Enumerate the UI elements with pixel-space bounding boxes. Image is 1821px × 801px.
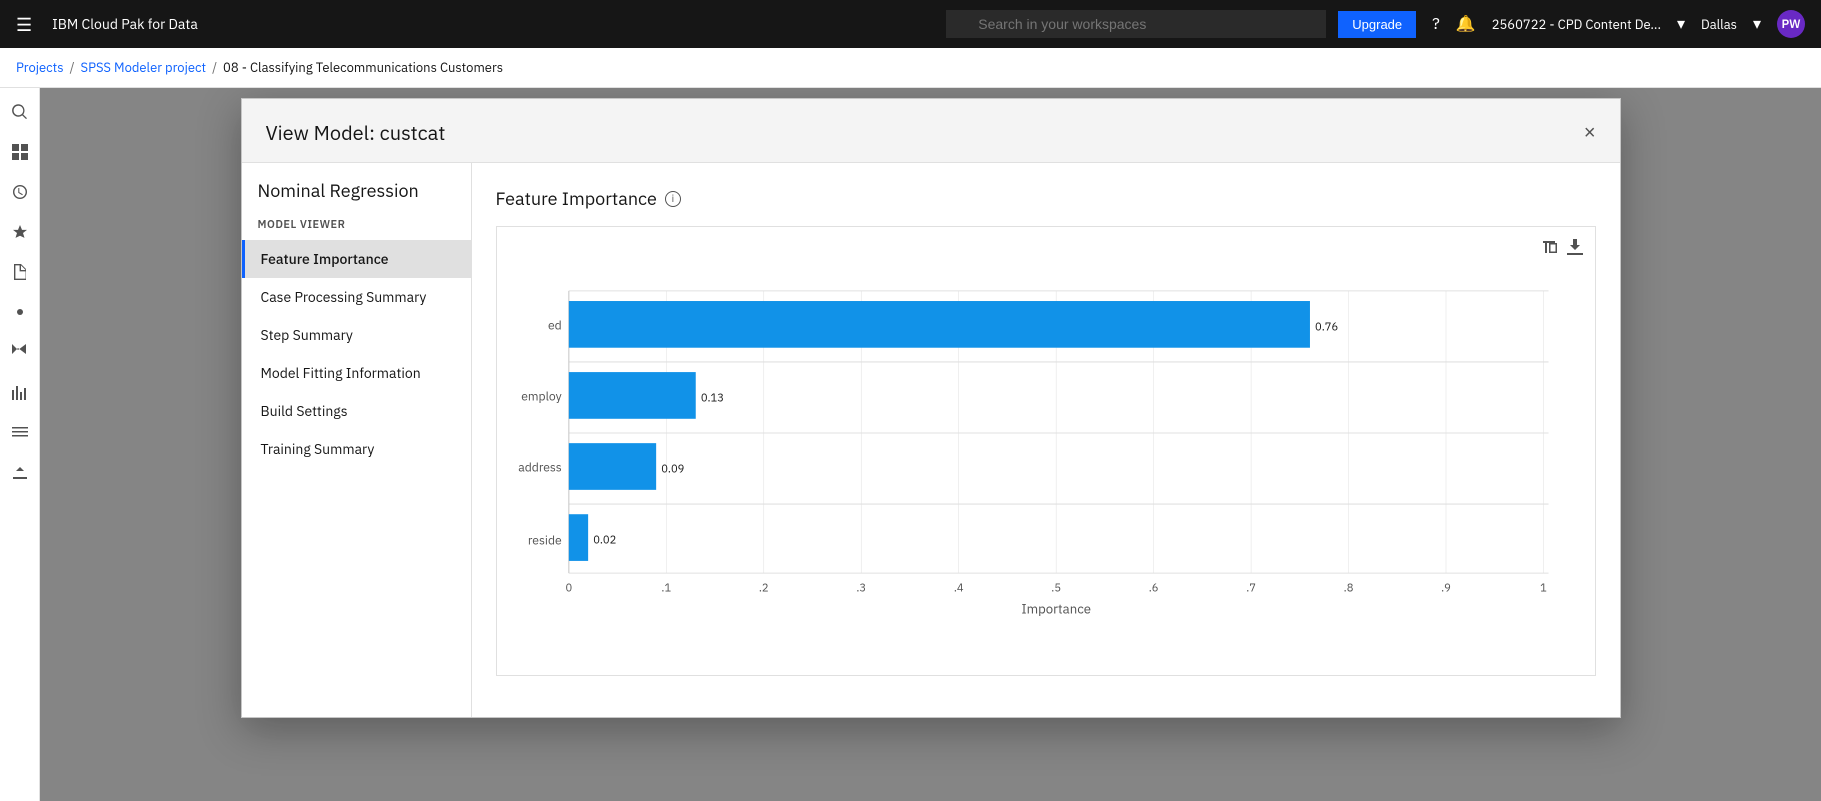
modal-body: Nominal Regression MODEL VIEWER Feature … [242,163,1620,717]
global-search-input[interactable] [946,10,1326,38]
sidebar-file-icon[interactable] [4,256,36,288]
svg-text:.1: .1 [661,581,671,595]
sidebar-export-icon[interactable] [4,456,36,488]
svg-text:.5: .5 [1051,581,1061,595]
modal-overlay: View Model: custcat × Nominal Regression… [40,88,1821,801]
svg-text:Importance: Importance [1021,600,1091,618]
breadcrumb-projects[interactable]: Projects [16,59,64,76]
svg-text:ed: ed [547,318,561,333]
top-navigation: ☰ IBM Cloud Pak for Data Upgrade ? 🔔 256… [0,0,1821,48]
sidebar-search-icon[interactable] [4,96,36,128]
search-wrapper [946,10,1326,38]
svg-text:.6: .6 [1148,581,1158,595]
sidebar-favorites-icon[interactable] [4,216,36,248]
brand-name: IBM Cloud Pak for Data [52,15,934,33]
svg-text:.7: .7 [1246,581,1256,595]
help-icon[interactable]: ? [1432,14,1440,34]
location-chevron-icon[interactable]: ▾ [1753,14,1761,34]
left-sidebar [0,88,40,801]
modal-left-panel: Nominal Regression MODEL VIEWER Feature … [242,163,472,717]
nav-right: Upgrade ? 🔔 2560722 - CPD Content De... … [1338,10,1805,38]
svg-text:.2: .2 [758,581,768,595]
svg-text:0.76: 0.76 [1315,320,1338,334]
chart-section-title: Feature Importance i [496,187,1596,210]
modal-title: View Model: custcat [266,119,446,146]
modal-header: View Model: custcat × [242,99,1620,163]
breadcrumb-current: 08 - Classifying Telecommunications Cust… [223,59,503,76]
svg-text:reside: reside [527,534,561,549]
notifications-icon[interactable]: 🔔 [1456,14,1476,34]
sidebar-list-icon[interactable] [4,416,36,448]
location-label: Dallas [1701,16,1737,33]
svg-text:0.09: 0.09 [661,463,684,477]
instance-chevron-icon[interactable]: ▾ [1677,14,1685,34]
bar-reside [568,514,587,561]
svg-text:.3: .3 [856,581,866,595]
bar-employ [568,372,695,419]
menu-item-feature-importance[interactable]: Feature Importance [242,240,471,278]
menu-item-step-summary[interactable]: Step Summary [242,316,471,354]
svg-text:address: address [518,461,562,476]
sidebar-grid-icon[interactable] [4,136,36,168]
breadcrumb-sep-2: / [212,59,217,76]
svg-text:1: 1 [1540,581,1547,595]
view-model-modal: View Model: custcat × Nominal Regression… [241,98,1621,718]
instance-label: 2560722 - CPD Content De... [1492,16,1661,33]
chart-info-icon[interactable]: i [665,191,681,207]
breadcrumb: Projects / SPSS Modeler project / 08 - C… [0,48,1821,88]
upgrade-button[interactable]: Upgrade [1338,11,1416,38]
sidebar-model-icon[interactable] [4,296,36,328]
svg-text:.4: .4 [953,581,963,595]
sidebar-recents-icon[interactable] [4,176,36,208]
svg-text:.9: .9 [1441,581,1451,595]
menu-item-training-summary[interactable]: Training Summary [242,430,471,468]
feature-importance-chart: ed employ address reside [513,243,1579,623]
chart-copy-icon[interactable] [1543,239,1559,260]
breadcrumb-spss[interactable]: SPSS Modeler project [81,59,207,76]
menu-item-build-settings[interactable]: Build Settings [242,392,471,430]
chart-download-icon[interactable] [1567,239,1583,260]
user-avatar[interactable]: PW [1777,10,1805,38]
sidebar-chart-icon[interactable] [4,376,36,408]
sidebar-tag-icon[interactable] [4,336,36,368]
modal-close-button[interactable]: × [1584,123,1596,143]
model-type-label: Nominal Regression [242,179,471,218]
hamburger-icon[interactable]: ☰ [16,13,32,36]
chart-title-text: Feature Importance [496,187,657,210]
bar-address [568,443,655,490]
chart-container: ed employ address reside [496,226,1596,676]
bar-ed [568,301,1309,348]
svg-text:0: 0 [565,581,572,595]
breadcrumb-sep-1: / [70,59,75,76]
modal-right-panel: Feature Importance i [472,163,1620,717]
menu-item-case-processing-summary[interactable]: Case Processing Summary [242,278,471,316]
svg-text:employ: employ [521,390,562,405]
svg-text:0.02: 0.02 [593,534,616,548]
chart-toolbar [1543,239,1583,260]
menu-item-model-fitting-information[interactable]: Model Fitting Information [242,354,471,392]
viewer-section-label: MODEL VIEWER [242,218,471,240]
svg-text:.8: .8 [1343,581,1353,595]
svg-text:0.13: 0.13 [700,392,723,406]
